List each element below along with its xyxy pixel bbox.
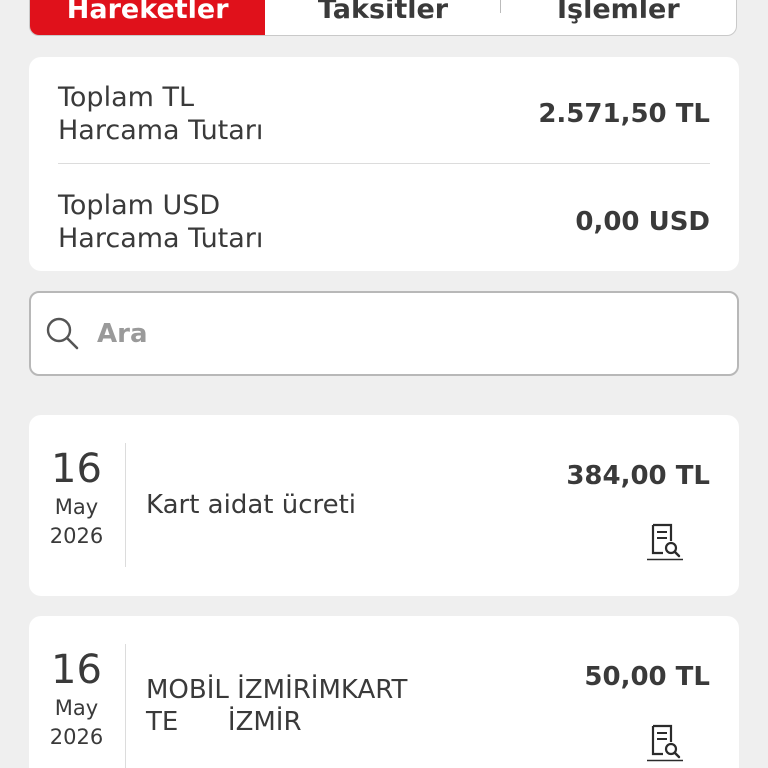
summary-divider (58, 163, 710, 164)
tab-islemler[interactable]: İşlemler (501, 0, 736, 35)
receipt-search-icon (645, 521, 685, 565)
search-box[interactable] (29, 291, 739, 376)
total-tl-row: Toplam TL Harcama Tutarı 2.571,50 TL (58, 77, 710, 151)
tab-bar: Hareketler Taksitler İşlemler (29, 0, 737, 36)
transaction-year: 2026 (49, 725, 104, 749)
total-tl-label-line1: Toplam TL (58, 82, 195, 113)
transaction-card[interactable]: 16 May 2026 Kart aidat ücreti 384,00 TL (29, 415, 739, 596)
transaction-year: 2026 (49, 524, 104, 548)
spending-summary-card: Toplam TL Harcama Tutarı 2.571,50 TL Top… (29, 57, 739, 271)
search-icon (43, 314, 83, 354)
transaction-amount: 50,00 TL (584, 662, 710, 692)
total-usd-label-line1: Toplam USD (58, 190, 221, 221)
transaction-date: 16 May 2026 (29, 445, 124, 551)
tab-label: Hareketler (66, 0, 229, 25)
total-usd-label: Toplam USD Harcama Tutarı (58, 189, 318, 255)
total-usd-value: 0,00 USD (575, 207, 710, 237)
total-tl-label: Toplam TL Harcama Tutarı (58, 81, 318, 147)
total-tl-label-line2: Harcama Tutarı (58, 115, 264, 146)
tab-hareketler[interactable]: Hareketler (30, 0, 266, 35)
search-input[interactable] (95, 317, 699, 350)
transaction-amount: 384,00 TL (566, 461, 710, 491)
receipt-detail-button[interactable] (645, 523, 685, 563)
transaction-description: MOBİL İZMİRİMKART TE İZMİR (146, 675, 408, 737)
transaction-day: 16 (51, 647, 102, 693)
receipt-detail-button[interactable] (645, 724, 685, 764)
tab-taksitler[interactable]: Taksitler (265, 0, 501, 35)
tab-label: Taksitler (317, 0, 449, 25)
transaction-description: Kart aidat ücreti (146, 490, 357, 520)
transaction-date: 16 May 2026 (29, 646, 124, 752)
receipt-search-icon (645, 722, 685, 766)
total-tl-value: 2.571,50 TL (538, 99, 710, 129)
date-divider (125, 644, 126, 768)
transaction-card[interactable]: 16 May 2026 MOBİL İZMİRİMKART TE İZMİR 5… (29, 616, 739, 768)
screen: Hareketler Taksitler İşlemler Toplam TL … (0, 0, 768, 768)
transaction-month: May (54, 495, 99, 519)
tab-label: İşlemler (556, 0, 680, 25)
transaction-day: 16 (51, 446, 102, 492)
total-usd-row: Toplam USD Harcama Tutarı 0,00 USD (58, 185, 710, 259)
transaction-month: May (54, 696, 99, 720)
date-divider (125, 443, 126, 567)
total-usd-label-line2: Harcama Tutarı (58, 223, 264, 254)
